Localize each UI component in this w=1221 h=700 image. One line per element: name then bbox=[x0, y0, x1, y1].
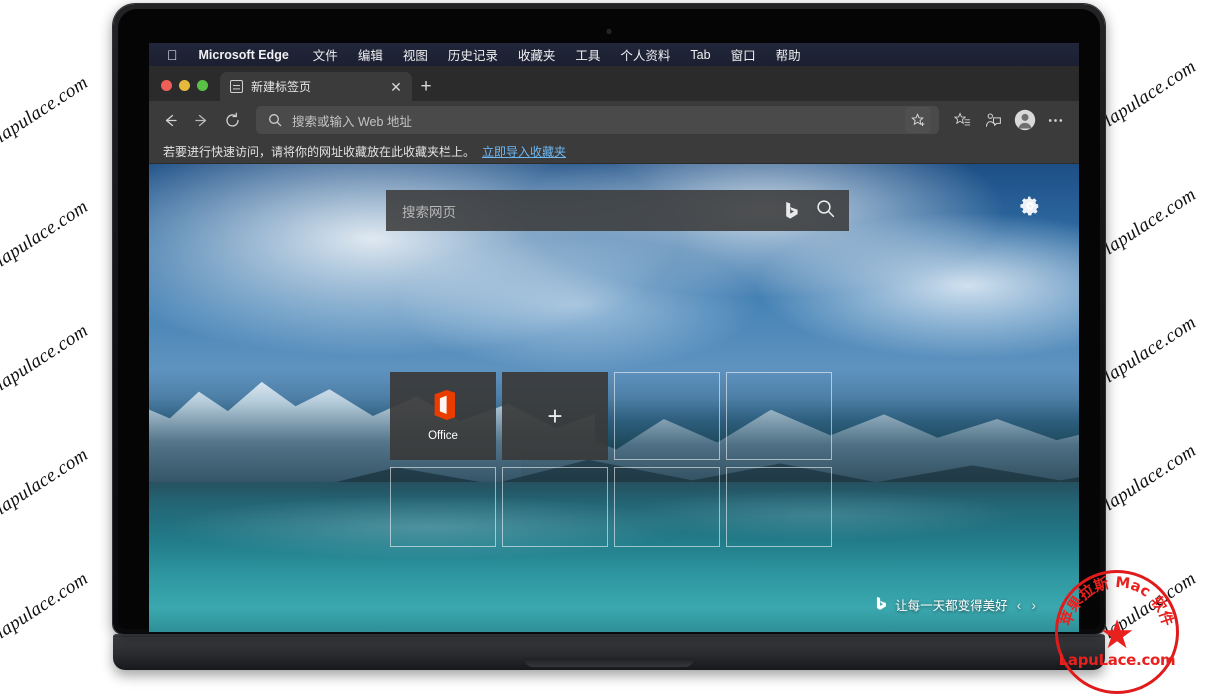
forward-button[interactable] bbox=[186, 106, 217, 135]
stamp-url-text: LapuLace.com bbox=[1058, 651, 1176, 669]
tab-title: 新建标签页 bbox=[251, 80, 312, 94]
maximize-window-button[interactable] bbox=[197, 80, 208, 91]
menu-item-file[interactable]: 文件 bbox=[303, 45, 348, 64]
page-watermark: lapulace.com bbox=[1100, 56, 1200, 132]
new-tab-page: 搜索网页 Office + 让每一天都变得美好 ‹ › bbox=[149, 164, 1079, 632]
page-watermark: lapulace.com bbox=[0, 444, 92, 520]
tab-new-tab-page[interactable]: 新建标签页 ✕ bbox=[220, 72, 412, 101]
background-image-caption: 让每一天都变得美好 ‹ › bbox=[876, 595, 1037, 614]
minimize-window-button[interactable] bbox=[179, 80, 190, 91]
shortcut-tiles: Office + bbox=[390, 372, 832, 547]
menu-item-edit[interactable]: 编辑 bbox=[348, 45, 393, 64]
address-bar-actions bbox=[905, 107, 931, 133]
page-watermark: lapulace.com bbox=[0, 72, 92, 148]
webcam-icon bbox=[606, 29, 612, 34]
address-bar[interactable]: 搜索或输入 Web 地址 bbox=[256, 106, 939, 134]
prev-image-button[interactable]: ‹ bbox=[1016, 597, 1023, 613]
office-icon bbox=[434, 390, 455, 420]
menu-item-tab[interactable]: Tab bbox=[680, 48, 720, 62]
bookmarks-hint: 若要进行快速访问，请将你的网址收藏放在此收藏夹栏上。 bbox=[163, 144, 476, 159]
tile-empty-placeholder[interactable] bbox=[502, 467, 608, 547]
favorites-button[interactable] bbox=[947, 106, 978, 135]
page-settings-button[interactable] bbox=[1020, 196, 1040, 221]
stamp-watermark: 苹果拉斯 Mac 软件 ★ LapuLace.com bbox=[1055, 570, 1179, 694]
profile-avatar-icon bbox=[1014, 109, 1035, 131]
page-watermark: lapulace.com bbox=[0, 320, 92, 396]
tile-empty-placeholder[interactable] bbox=[726, 372, 832, 460]
page-watermark: lapulace.com bbox=[1100, 184, 1200, 260]
window-controls bbox=[159, 80, 220, 101]
menu-item-window[interactable]: 窗口 bbox=[721, 45, 766, 64]
bing-logo-icon bbox=[876, 596, 887, 614]
web-search-input[interactable]: 搜索网页 bbox=[402, 201, 784, 221]
screenshot-root: lapulace.com lapulace.com lapulace.com l… bbox=[0, 0, 1221, 700]
tab-strip: 新建标签页 ✕ + bbox=[149, 66, 1079, 101]
add-favorite-button[interactable] bbox=[905, 107, 931, 133]
tile-add-shortcut[interactable]: + bbox=[502, 372, 608, 460]
page-watermark: lapulace.com bbox=[1100, 312, 1200, 388]
close-window-button[interactable] bbox=[161, 80, 172, 91]
collections-button[interactable] bbox=[978, 106, 1009, 135]
star-icon: ★ bbox=[1099, 613, 1135, 657]
menu-item-microsoft-edge[interactable]: Microsoft Edge bbox=[189, 48, 303, 62]
reload-button[interactable] bbox=[217, 106, 248, 135]
star-plus-icon bbox=[910, 112, 924, 126]
menu-item-profile[interactable]: 个人资料 bbox=[610, 45, 680, 64]
web-search-button[interactable] bbox=[816, 199, 835, 223]
page-watermark: lapulace.com bbox=[1100, 440, 1200, 516]
back-button[interactable] bbox=[155, 106, 186, 135]
newtab-icon bbox=[230, 80, 243, 93]
more-options-button[interactable] bbox=[1040, 106, 1071, 135]
browser-toolbar: 搜索或输入 Web 地址 bbox=[149, 101, 1079, 139]
web-search-box[interactable]: 搜索网页 bbox=[386, 190, 849, 231]
laptop-hinge bbox=[113, 634, 1105, 637]
forward-arrow-icon bbox=[195, 114, 207, 126]
tile-empty-placeholder[interactable] bbox=[390, 467, 496, 547]
tile-empty-placeholder[interactable] bbox=[614, 467, 720, 547]
collections-icon bbox=[985, 112, 1001, 127]
menu-item-help[interactable]: 帮助 bbox=[766, 45, 811, 64]
laptop-base bbox=[113, 634, 1105, 670]
import-favorites-link[interactable]: 立即导入收藏夹 bbox=[482, 143, 566, 160]
tile-office[interactable]: Office bbox=[390, 372, 496, 460]
bookmarks-bar: 若要进行快速访问，请将你的网址收藏放在此收藏夹栏上。 立即导入收藏夹 bbox=[149, 139, 1079, 164]
apple-logo-icon[interactable]:  bbox=[159, 48, 189, 62]
gear-icon bbox=[1020, 196, 1040, 216]
edge-window: 新建标签页 ✕ + 搜索或输入 Web 地址 若要进行快速访问，请将你的网址收藏… bbox=[149, 66, 1079, 632]
search-icon bbox=[269, 114, 282, 127]
screen:  Microsoft Edge 文件 编辑 视图 历史记录 收藏夹 工具 个人… bbox=[149, 43, 1079, 632]
reload-icon bbox=[226, 112, 239, 127]
menu-item-tools[interactable]: 工具 bbox=[565, 45, 610, 64]
menu-item-history[interactable]: 历史记录 bbox=[438, 45, 508, 64]
laptop-bezel: LapuLace.com  Microsoft Edge 文件 编辑 视图 历… bbox=[118, 9, 1100, 632]
tile-label: Office bbox=[428, 430, 458, 442]
next-image-button[interactable]: › bbox=[1030, 597, 1037, 613]
close-icon[interactable]: ✕ bbox=[388, 80, 404, 94]
caption-text: 让每一天都变得美好 bbox=[895, 599, 1008, 613]
tile-empty-placeholder[interactable] bbox=[726, 467, 832, 547]
profile-button[interactable] bbox=[1009, 106, 1040, 135]
search-icon bbox=[817, 199, 835, 217]
back-arrow-icon bbox=[165, 114, 177, 126]
address-input[interactable]: 搜索或输入 Web 地址 bbox=[292, 111, 895, 130]
menu-item-favorites[interactable]: 收藏夹 bbox=[508, 45, 566, 64]
plus-icon: + bbox=[547, 401, 563, 431]
more-options-icon bbox=[1048, 118, 1063, 122]
page-watermark: lapulace.com bbox=[0, 568, 92, 644]
page-watermark: lapulace.com bbox=[0, 196, 92, 272]
mac-menubar:  Microsoft Edge 文件 编辑 视图 历史记录 收藏夹 工具 个人… bbox=[149, 43, 1079, 66]
bing-logo-icon bbox=[784, 201, 800, 221]
laptop-lid: LapuLace.com  Microsoft Edge 文件 编辑 视图 历… bbox=[113, 4, 1105, 634]
new-tab-button[interactable]: + bbox=[412, 72, 440, 101]
favorites-list-icon bbox=[954, 111, 971, 125]
tile-empty-placeholder[interactable] bbox=[614, 372, 720, 460]
menu-item-view[interactable]: 视图 bbox=[393, 45, 438, 64]
